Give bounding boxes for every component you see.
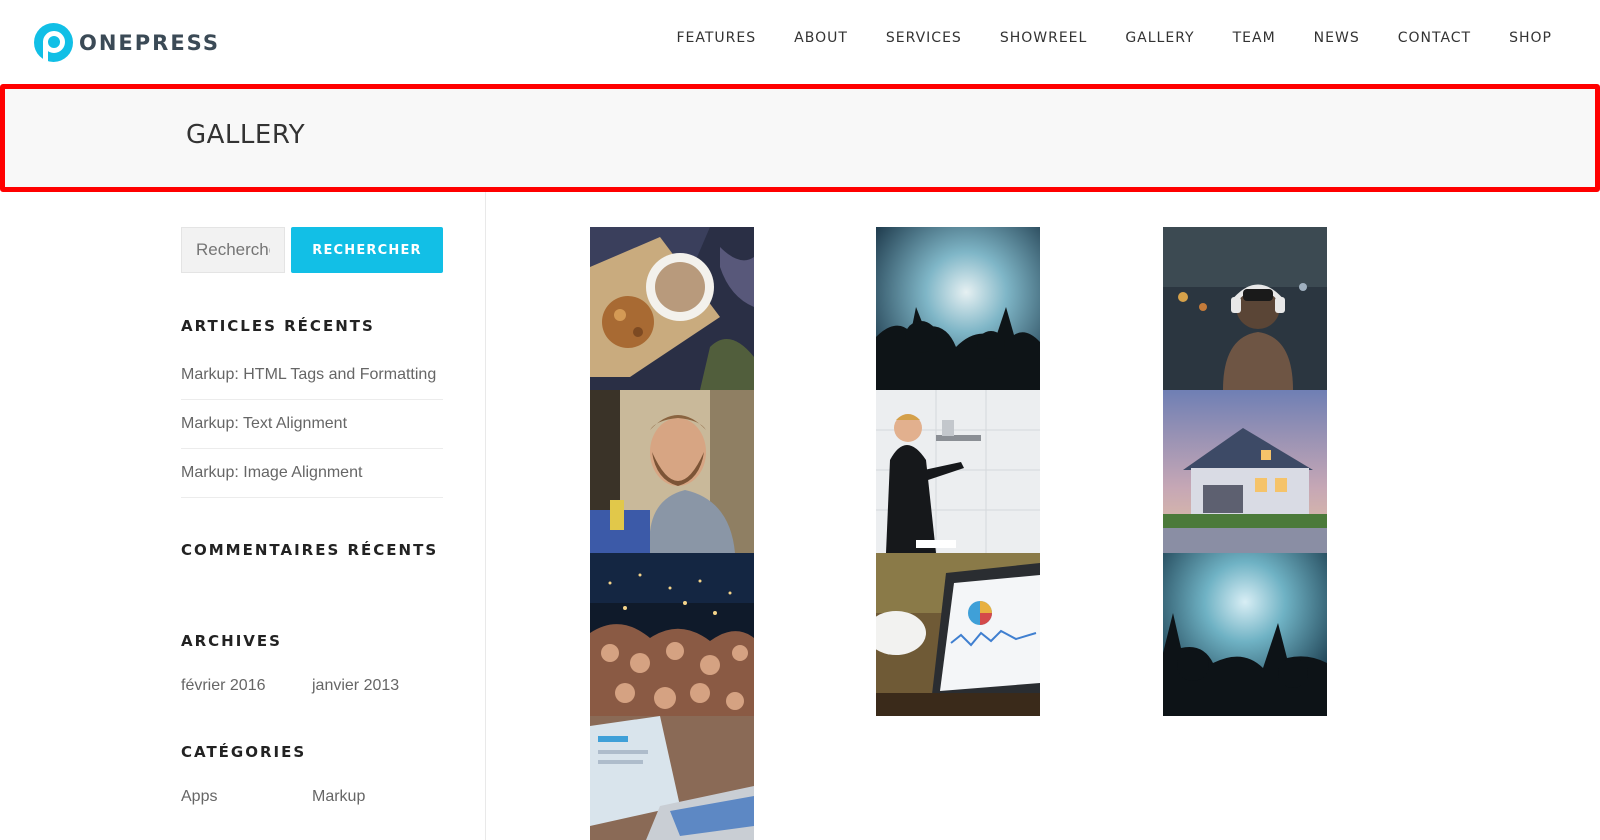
gallery-image[interactable] [1163,390,1327,553]
nav-news[interactable]: NEWS [1314,30,1360,46]
gallery-image[interactable] [876,227,1040,390]
gallery-image[interactable] [876,553,1040,716]
nav-showreel[interactable]: SHOWREEL [1000,30,1088,46]
nav-team[interactable]: TEAM [1233,30,1276,46]
night-crowd-photo [590,553,754,716]
main-nav: FEATURES ABOUT SERVICES SHOWREEL GALLERY… [638,30,1552,46]
nav-about[interactable]: ABOUT [794,30,848,46]
nav-contact[interactable]: CONTACT [1398,30,1471,46]
recent-post-link[interactable]: Markup: Text Alignment [181,415,347,433]
gallery-image[interactable] [876,390,1040,553]
concert-crowd-photo [1163,553,1327,716]
bearded-man-photo [590,390,754,553]
category-link[interactable]: Markup [312,788,443,806]
archives-list: février 2016 janvier 2013 [181,677,443,695]
categories-title: CATÉGORIES [181,743,307,761]
coffee-cup-photo [590,227,754,390]
nav-gallery[interactable]: GALLERY [1125,30,1194,46]
list-item: Markup: Image Alignment [181,449,443,498]
archives-title: ARCHIVES [181,632,282,650]
gallery-image[interactable] [1163,553,1327,716]
recent-post-link[interactable]: Markup: HTML Tags and Formatting [181,366,436,384]
list-item: Markup: Text Alignment [181,400,443,449]
site-header: ONEPRESS FEATURES ABOUT SERVICES SHOWREE… [0,0,1600,84]
onepress-logo-icon [34,23,73,62]
recent-comments-title: COMMENTAIRES RÉCENTS [181,541,439,559]
brand-name: ONEPRESS [79,30,220,55]
recent-posts-title: ARTICLES RÉCENTS [181,317,375,335]
recent-post-link[interactable]: Markup: Image Alignment [181,464,362,482]
search-input[interactable] [181,227,285,273]
gallery-image[interactable] [1163,227,1327,390]
page-title-band: GALLERY [0,84,1600,192]
recent-posts-list: Markup: HTML Tags and Formatting Markup:… [181,351,443,498]
gallery-image[interactable] [590,227,754,390]
site-logo[interactable]: ONEPRESS [34,23,220,62]
gallery-image[interactable] [590,716,754,840]
archive-link[interactable]: février 2016 [181,677,312,695]
sidebar-divider [485,192,486,840]
house-at-dusk-photo [1163,390,1327,553]
page-title: GALLERY [186,120,306,150]
concert-crowd-photo [876,227,1040,390]
nav-shop[interactable]: SHOP [1509,30,1552,46]
gallery-image[interactable] [590,553,754,716]
nav-features[interactable]: FEATURES [676,30,756,46]
tablet-analytics-photo [876,553,1040,716]
search-button[interactable]: RECHERCHER [291,227,443,273]
laptop-screen-photo [590,716,754,840]
gallery-image[interactable] [590,390,754,553]
categories-list: Apps Markup [181,788,443,806]
headphones-man-photo [1163,227,1327,390]
nav-services[interactable]: SERVICES [886,30,962,46]
gallery-grid [590,227,1327,840]
list-item: Markup: HTML Tags and Formatting [181,351,443,400]
archive-link[interactable]: janvier 2013 [312,677,443,695]
search-form: RECHERCHER [181,227,443,273]
man-at-whiteboard-photo [876,390,1040,553]
category-link[interactable]: Apps [181,788,312,806]
